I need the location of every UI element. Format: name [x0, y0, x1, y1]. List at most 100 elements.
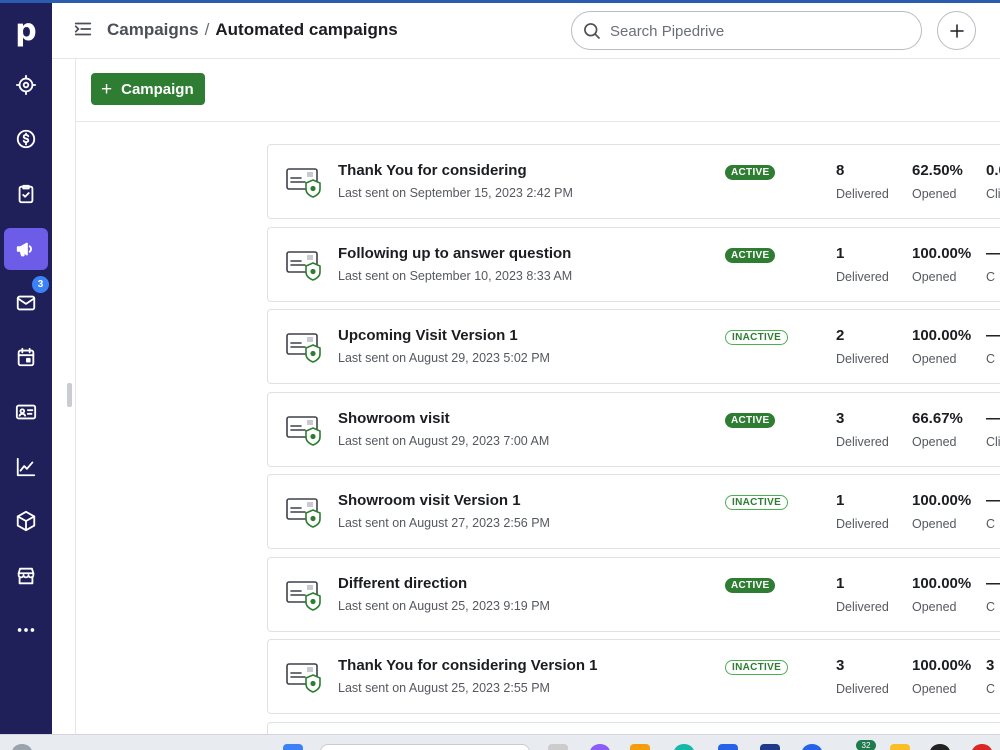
clicked-label: C	[986, 599, 996, 614]
add-campaign-button[interactable]: + Campaign	[91, 73, 205, 105]
email-campaign-icon	[286, 413, 324, 447]
target-icon	[15, 74, 37, 96]
sidebar-item-deals[interactable]	[4, 118, 48, 160]
campaign-title[interactable]: Upcoming Visit Version 1	[338, 327, 518, 344]
campaign-title[interactable]: Different direction	[338, 575, 467, 592]
email-campaign-icon	[286, 330, 324, 364]
app-icon[interactable]	[760, 744, 780, 750]
box-icon	[16, 510, 36, 532]
sidebar-item-contacts[interactable]	[4, 391, 48, 433]
sidebar-nav: p 3	[0, 0, 52, 734]
campaign-row[interactable]: Showroom visit Last sent on August 29, 20…	[267, 391, 1000, 467]
store-app-icon[interactable]	[718, 744, 738, 750]
sidebar-item-calendar[interactable]	[4, 336, 48, 378]
delivered-label: Delivered	[836, 517, 889, 531]
clicked-label: C	[986, 682, 996, 696]
menu-collapse-icon	[74, 22, 92, 36]
store-icon	[17, 567, 35, 585]
campaign-title[interactable]: Thank You for considering Version 1	[338, 657, 598, 674]
search-input[interactable]	[610, 20, 910, 42]
delivered-label: Delivered	[836, 434, 889, 449]
more-icon	[17, 628, 35, 632]
campaign-last-sent: Last sent on September 10, 2023 8:33 AM	[338, 268, 573, 283]
task-view-icon[interactable]	[548, 744, 568, 750]
campaign-row[interactable]: Following up to answer question Last sent…	[267, 226, 1000, 302]
clicked-label: Cli	[986, 187, 1000, 201]
opened-rate: 66.67%	[912, 409, 963, 427]
app-icon[interactable]	[590, 744, 610, 750]
app-icon[interactable]	[930, 744, 950, 750]
clipboard-check-icon	[18, 184, 34, 204]
email-campaign-icon	[286, 495, 324, 529]
email-campaign-icon	[286, 578, 324, 612]
app-icon[interactable]	[972, 744, 992, 750]
sidebar-item-campaigns[interactable]	[4, 228, 48, 270]
delivered-label: Delivered	[836, 682, 889, 696]
campaign-last-sent: Last sent on August 29, 2023 5:02 PM	[338, 351, 550, 365]
delivered-count: 3	[836, 409, 845, 427]
opened-label: Opened	[912, 599, 957, 614]
clicked-rate: 3	[986, 657, 995, 674]
opened-label: Opened	[912, 682, 957, 696]
contact-card-icon	[15, 404, 37, 420]
campaign-last-sent: Last sent on September 15, 2023 2:42 PM	[338, 186, 573, 200]
email-campaign-icon	[286, 248, 324, 282]
campaign-last-sent: Last sent on August 25, 2023 9:19 PM	[338, 598, 550, 613]
sidebar-item-activities[interactable]	[4, 173, 48, 215]
pipedrive-logo[interactable]: p	[0, 8, 52, 52]
top-header: Campaigns / Automated campaigns	[52, 3, 1000, 59]
taskbar-search-box[interactable]	[320, 744, 530, 750]
sidebar-item-products[interactable]	[4, 500, 48, 542]
mail-unread-badge: 3	[32, 276, 49, 293]
clicked-rate: —	[986, 327, 1000, 344]
campaign-title[interactable]: Thank You for considering	[338, 162, 527, 179]
os-taskbar: 32	[0, 734, 1000, 750]
quick-add-button[interactable]	[937, 11, 976, 50]
page-title: Automated campaigns	[215, 20, 398, 39]
clicked-label: C	[986, 269, 996, 284]
search-box[interactable]	[571, 11, 922, 50]
sidebar-item-insights[interactable]	[4, 446, 48, 488]
status-badge: INACTIVE	[725, 660, 789, 675]
clicked-metric: 3C	[986, 657, 995, 696]
campaign-row[interactable]: Showroom visit Version 1 Last sent on Aug…	[267, 474, 1000, 549]
windows-start-icon[interactable]	[283, 744, 303, 750]
opened-label: Opened	[912, 434, 957, 449]
clicked-metric: — C	[986, 492, 1000, 531]
delivered-count: 3	[836, 657, 845, 674]
notification-count-badge: 32	[856, 740, 876, 750]
app-icon[interactable]	[890, 744, 910, 750]
delivered-metric: 2 Delivered	[836, 327, 889, 366]
sidebar-item-marketplace[interactable]	[4, 555, 48, 597]
clicked-label: Cli	[986, 434, 1000, 449]
clicked-metric: — Cli	[986, 410, 1000, 449]
campaign-title[interactable]: Following up to answer question	[338, 245, 571, 262]
sidebar-item-more[interactable]	[4, 609, 48, 651]
campaign-row[interactable]: Different direction Last sent on August 2…	[267, 556, 1000, 632]
edge-browser-icon[interactable]	[674, 744, 694, 750]
plus-icon: +	[101, 78, 113, 100]
campaign-row[interactable]: Thank You for considering Last sent on Se…	[267, 144, 1000, 219]
campaign-row[interactable]: Upcoming Visit Version 1 Last sent on Aug…	[267, 309, 1000, 384]
calendar-icon	[17, 347, 35, 367]
content-divider	[75, 58, 76, 734]
campaign-title[interactable]: Showroom visit	[338, 410, 450, 427]
weather-icon[interactable]	[12, 744, 32, 750]
window-top-accent	[0, 0, 1000, 3]
status-badge: INACTIVE	[725, 495, 789, 510]
sidebar-item-leads[interactable]	[4, 64, 48, 106]
clicked-rate: —	[986, 409, 1000, 427]
app-icon[interactable]	[802, 744, 822, 750]
menu-toggle-button[interactable]	[72, 18, 96, 42]
delivered-metric: 1 Delivered	[836, 575, 889, 614]
sidebar-resize-handle[interactable]	[67, 383, 72, 407]
delivered-label: Delivered	[836, 187, 889, 201]
campaign-title[interactable]: Showroom visit Version 1	[338, 492, 521, 509]
plus-icon	[949, 23, 964, 38]
folder-icon[interactable]	[630, 744, 650, 750]
breadcrumb-campaigns-link[interactable]: Campaigns	[107, 20, 199, 39]
campaign-row[interactable]: Thank You for considering Version 1 Last …	[267, 639, 1000, 714]
status-badge: ACTIVE	[725, 412, 776, 428]
campaign-last-sent: Last sent on August 29, 2023 7:00 AM	[338, 433, 550, 448]
clicked-rate: —	[986, 574, 1000, 592]
